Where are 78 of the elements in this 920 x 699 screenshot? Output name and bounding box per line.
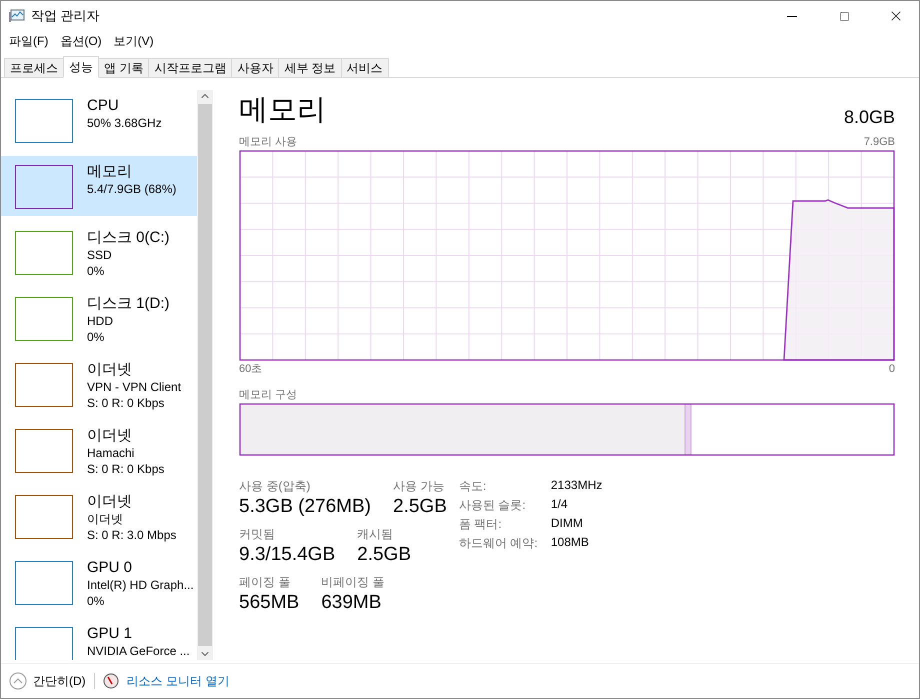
sidebar-item[interactable]: GPU 1 NVIDIA GeForce ... — [1, 618, 197, 660]
item-detail: S: 0 R: 3.0 Mbps — [87, 527, 176, 543]
sidebar-item[interactable]: 이더넷 이더넷 S: 0 R: 3.0 Mbps — [1, 486, 197, 546]
maximize-icon — [838, 10, 850, 22]
monitor-chart-icon — [9, 9, 25, 23]
stat-value: 639MB — [321, 591, 382, 615]
graph-label: 메모리 사용 — [239, 135, 298, 150]
detail-label: 폼 팩터: — [458, 516, 503, 533]
stat-label: 비페이징 풀 — [321, 574, 385, 590]
stat-label: 사용 중(압축) — [239, 478, 312, 494]
item-title: 디스크 1(D:) — [87, 294, 170, 313]
item-detail: 0% — [87, 263, 106, 279]
stat-value: 9.3/15.4GB — [239, 543, 336, 567]
item-title: 디스크 0(C:) — [87, 228, 170, 247]
stat-value: 565MB — [239, 591, 300, 615]
sidebar-item[interactable]: 디스크 1(D:) HDD 0% — [1, 288, 197, 348]
tab[interactable]: 앱 기록 — [98, 58, 150, 77]
scrollbar[interactable] — [197, 90, 213, 660]
tab[interactable]: 성능 — [63, 56, 99, 78]
stat-label: 캐시됨 — [357, 526, 394, 542]
detail-label: 사용된 슬롯: — [458, 497, 527, 514]
item-detail: Hamachi — [87, 445, 136, 461]
total-memory: 8.0GB — [844, 107, 895, 128]
item-detail: HDD — [87, 313, 114, 329]
stat-value: 2.5GB — [357, 543, 411, 567]
item-detail: VPN - VPN Client — [87, 379, 182, 395]
graph-max: 7.9GB — [864, 135, 895, 150]
item-title: GPU 1 — [87, 624, 134, 643]
menu-item[interactable]: 옵션(O) — [56, 32, 106, 50]
item-title: CPU — [87, 96, 120, 115]
item-detail: NVIDIA GeForce ... — [87, 643, 190, 659]
item-title: 메모리 — [87, 162, 133, 181]
sidebar-item[interactable]: CPU 50% 3.68GHz — [1, 90, 197, 150]
item-title: 이더넷 — [87, 360, 133, 379]
item-detail: 0% — [87, 593, 106, 609]
item-detail: 50% 3.68GHz — [87, 115, 162, 131]
sidebar-item[interactable]: 디스크 0(C:) SSD 0% — [1, 222, 197, 282]
item-detail: SSD — [87, 247, 113, 263]
item-detail: S: 0 R: 0 Kbps — [87, 461, 164, 477]
stat-label: 사용 가능 — [393, 478, 446, 494]
gauge-icon — [102, 673, 119, 689]
sidebar-item[interactable]: 이더넷 Hamachi S: 0 R: 0 Kbps — [1, 420, 197, 480]
panel-title: 메모리 — [239, 93, 326, 128]
window-title: 작업 관리자 — [31, 7, 101, 25]
item-title: 이더넷 — [87, 492, 133, 511]
sidebar-item[interactable]: GPU 0 Intel(R) HD Graph... 0% — [1, 552, 197, 612]
sidebar-item[interactable]: 메모리 5.4/7.9GB (68%) — [1, 156, 197, 216]
stat-label: 페이징 풀 — [239, 574, 292, 590]
resource-monitor-link[interactable]: 리소스 모니터 열기 — [126, 672, 230, 690]
item-detail: 이더넷 — [87, 511, 124, 527]
tab[interactable]: 시작프로그램 — [148, 58, 232, 77]
collapse-button[interactable]: 간단히(D) — [9, 672, 86, 690]
tab[interactable]: 서비스 — [340, 58, 389, 77]
detail-label: 속도: — [458, 478, 488, 495]
stat-label: 커밋됨 — [239, 526, 276, 542]
menu-item[interactable]: 파일(F) — [5, 32, 52, 50]
sidebar-item[interactable]: 이더넷 VPN - VPN Client S: 0 R: 0 Kbps — [1, 354, 197, 414]
item-detail: 0% — [87, 329, 106, 345]
time-start-label: 60초 — [239, 362, 262, 377]
time-end-label: 0 — [888, 362, 895, 377]
composition-label: 메모리 구성 — [239, 388, 298, 403]
tab[interactable]: 세부 정보 — [278, 58, 342, 77]
item-detail: S: 0 R: 0 Kbps — [87, 395, 166, 411]
detail-value: 1/4 — [550, 497, 569, 513]
chevron-up-circle-icon — [9, 672, 27, 690]
tab[interactable]: 프로세스 — [4, 58, 64, 77]
detail-label: 하드웨어 예약: — [458, 535, 539, 552]
detail-value: 108MB — [550, 535, 590, 551]
item-title: 이더넷 — [87, 426, 133, 445]
menu-item[interactable]: 보기(V) — [110, 32, 158, 50]
item-title: GPU 0 — [87, 558, 134, 577]
item-detail: Intel(R) HD Graph... — [87, 577, 194, 593]
stat-value: 5.3GB (276MB) — [239, 495, 371, 519]
tab[interactable]: 사용자 — [231, 58, 280, 77]
item-detail: 5.4/7.9GB (68%) — [87, 181, 176, 197]
detail-value: 2133MHz — [550, 478, 602, 494]
detail-value: DIMM — [550, 516, 584, 532]
stat-value: 2.5GB — [393, 495, 447, 519]
